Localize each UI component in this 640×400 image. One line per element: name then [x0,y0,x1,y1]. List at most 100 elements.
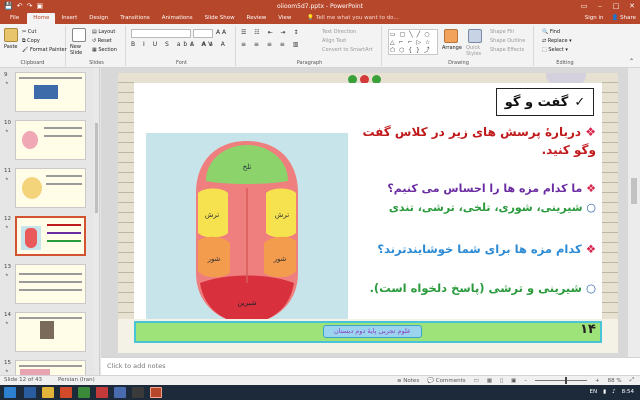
app-icon[interactable] [78,387,90,398]
font-color-buttons[interactable]: A Aa A [190,41,228,48]
paste-button[interactable]: Paste [4,44,18,50]
tab-transitions[interactable]: Transitions [114,13,155,24]
font-size-box[interactable] [193,29,213,38]
close-icon[interactable]: ✕ [624,0,640,12]
app-icon[interactable] [114,387,126,398]
normal-view-icon[interactable]: ▭ [474,378,479,384]
volume-icon[interactable]: ♪ [612,385,616,400]
question-1[interactable]: ❖ دربارهٔ پرسش های زیر در کلاس گفت وگو ک… [356,123,596,159]
new-slide-button[interactable]: New Slide [70,44,90,56]
thumbnail-scrollbar[interactable] [94,68,99,375]
reset-button[interactable]: ↺ Reset [92,38,112,44]
language-indicator[interactable]: Persian (Iran) [58,377,95,383]
tab-animations[interactable]: Animations [156,13,199,24]
quick-styles-button[interactable]: Quick Styles [466,45,486,57]
copy-button[interactable]: ⧉ Copy [22,38,40,44]
tell-me-box[interactable]: 💡 Tell me what you want to do... [297,13,398,24]
app-icon[interactable] [132,387,144,398]
format-painter-button[interactable]: 🖌 Format Painter [22,47,67,53]
answer-2[interactable]: ○ شیرینی، شوری، تلخی، ترشی، تندی [356,200,596,217]
notes-pane[interactable]: Click to add notes [101,357,640,375]
find-button[interactable]: 🔍 Find [542,29,560,35]
sorter-view-icon[interactable]: ▦ [487,378,492,384]
section-button[interactable]: ▦ Section [92,47,117,53]
slide-thumbnail[interactable]: 9 ★ [2,72,98,114]
tab-view[interactable]: View [272,13,297,24]
zoom-in-icon[interactable]: + [595,378,600,384]
ribbon-options-icon[interactable]: ▭ [576,0,592,12]
tab-home[interactable]: Home [27,13,56,24]
media-icon[interactable] [60,387,72,398]
bitter-label: تلخ [243,163,252,171]
shape-fill-button[interactable]: Shape Fill [490,29,514,35]
maximize-icon[interactable]: □ [608,0,624,12]
explorer-icon[interactable] [42,387,54,398]
share-button[interactable]: 👤 Share [612,12,636,24]
animation-star-icon: ★ [5,272,9,277]
question-2[interactable]: ❖ ما کدام مزه ها را احساس می کنیم؟ [356,181,596,198]
tab-insert[interactable]: Insert [55,13,83,24]
diamond-bullet-icon: ❖ [585,125,596,139]
slides-group: New Slide ▤ Layout ↺ Reset ▦ Section Sli… [68,26,126,66]
network-icon[interactable]: ▮ [603,385,606,400]
circle-bullet-icon: ○ [585,281,596,295]
app-icon[interactable] [96,387,108,398]
question-3[interactable]: ❖ کدام مزه ها برای شما خوشایندترند؟ [356,241,596,258]
drawing-group: ▭ ▢ ╲ ╱ ○ △ ⌐ ⌐ ▷ ☆ ⬠ ⬡ { } ⤴ ⇨ Arrange … [384,26,534,66]
align-buttons[interactable]: ≡ ≡ ≡ ≡ ▥ [241,41,301,48]
slide-thumbnail[interactable]: 15 ★ [2,360,98,375]
language-tray[interactable]: EN [590,385,598,400]
cut-button[interactable]: ✂ Cut [22,29,36,35]
layout-button[interactable]: ▤ Layout [92,29,115,35]
tongue-image[interactable]: تلخ ترش ترش شور شور شیرین [146,133,348,331]
align-text-button[interactable]: Align Text [322,38,346,44]
fit-slide-icon[interactable]: ⤢ [630,377,634,384]
shape-effects-button[interactable]: Shape Effects [490,47,524,53]
tab-design[interactable]: Design [83,13,114,24]
slide-thumbnail[interactable]: 14 ★ [2,312,98,354]
smartart-button[interactable]: Convert to SmartArt [322,47,373,53]
answer-3[interactable]: ○ شیرینی و ترشی (پاسخ دلخواه است). [356,280,596,297]
zoom-level[interactable]: 88 % [608,378,622,384]
slide[interactable]: گفت و گو ✓ تلخ ترش ترش شور شور شیرین ❖ د… [118,73,618,353]
slide-thumbnail[interactable]: 11 ★ [2,168,98,210]
select-button[interactable]: ⬚ Select ▾ [542,47,568,53]
sign-in-link[interactable]: Sign in [585,12,604,24]
scroll-thumb[interactable] [631,178,637,204]
slide-thumbnail[interactable]: 10 ★ [2,120,98,162]
list-buttons[interactable]: ☰ ☷ ⇤ ⇥ ↕ [241,29,301,36]
collapse-ribbon-icon[interactable]: ⌃ [629,58,634,65]
font-grow-icon[interactable]: A A [216,29,226,36]
reading-view-icon[interactable]: ▯ [500,378,503,384]
tab-slide-show[interactable]: Slide Show [199,13,241,24]
shapes-gallery[interactable]: ▭ ▢ ╲ ╱ ○ △ ⌐ ⌐ ▷ ☆ ⬠ ⬡ { } ⤴ ⇨ [388,29,438,55]
zoom-out-icon[interactable]: – [524,378,527,384]
topic-box[interactable]: گفت و گو ✓ [496,88,594,116]
slideshow-view-icon[interactable]: ▣ [511,378,516,384]
powerpoint-taskbar-icon[interactable] [150,387,162,398]
new-slide-icon[interactable] [72,28,86,42]
slide-thumbnail[interactable]: 13 ★ [2,264,98,306]
zoom-slider[interactable] [535,377,587,384]
arrange-icon[interactable] [444,29,458,43]
tab-review[interactable]: Review [241,13,273,24]
comments-toggle[interactable]: 💬 Comments [427,378,465,384]
canvas-scrollbar[interactable] [628,68,640,357]
footer-label: علوم تجربی پایهٔ دوم دبستان [323,325,422,338]
paste-icon[interactable] [4,28,18,42]
arrange-button[interactable]: Arrange [442,45,462,51]
shape-outline-button[interactable]: Shape Outline [490,38,525,44]
start-icon[interactable] [4,387,16,398]
ie-icon[interactable] [24,387,36,398]
tab-file[interactable]: File [2,13,27,24]
replace-button[interactable]: ⇄ Replace ▾ [542,38,572,44]
slide-thumbnail-selected[interactable]: 12 ★ [2,216,98,258]
quick-styles-icon[interactable] [468,29,482,43]
minimize-icon[interactable]: – [592,0,608,12]
drawing-label: Drawing [448,60,469,66]
clock[interactable]: 8:54 [622,385,634,400]
notes-toggle[interactable]: ≡ Notes [397,378,419,384]
text-direction-button[interactable]: Text Direction [322,29,356,35]
slide-footer: علوم تجربی پایهٔ دوم دبستان ۱۴ [118,319,618,353]
font-name-box[interactable] [131,29,191,38]
